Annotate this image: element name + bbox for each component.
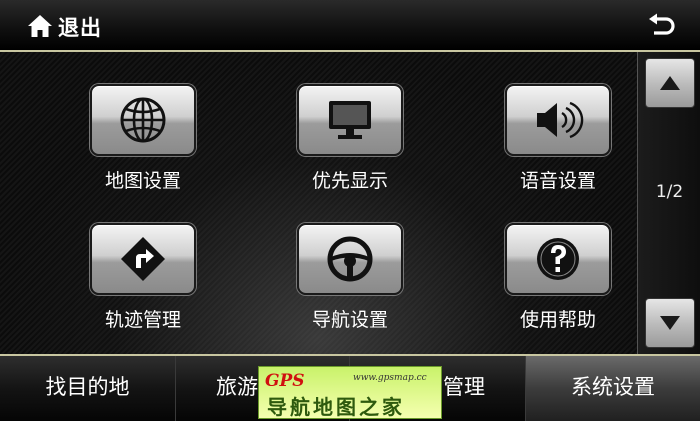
display-priority-tile[interactable]: 优先显示 [270,84,430,204]
top-bar: 退出 [0,0,700,52]
track-management-tile[interactable]: 轨迹管理 [63,223,223,343]
page-scroller: 1/2 [637,52,700,354]
map-settings-tile[interactable]: 地图设置 [63,84,223,204]
page-indicator: 1/2 [655,182,684,202]
globe-icon [120,97,166,143]
navigation-settings-button[interactable] [297,223,403,295]
arrow-down-icon [660,316,680,330]
help-button[interactable] [505,223,611,295]
steering-wheel-icon [327,236,373,282]
home-icon[interactable] [27,13,53,39]
back-icon[interactable] [646,10,678,42]
display-priority-button[interactable] [297,84,403,156]
watermark-text: 导航地图之家 [267,395,405,419]
help-tile[interactable]: 使用帮助 [478,223,638,343]
map-settings-button[interactable] [90,84,196,156]
watermark: GPS www.gpsmap.cc 导航地图之家 [258,366,442,419]
help-label: 使用帮助 [519,309,596,331]
display-priority-label: 优先显示 [311,170,388,192]
exit-button[interactable]: 退出 [58,12,102,42]
voice-settings-label: 语音设置 [519,170,596,192]
speaker-icon [537,101,584,139]
arrow-up-icon [660,76,680,90]
settings-grid: 地图设置 优先显示 语音设置 轨迹管理 导航设置 使用帮助 [0,52,637,354]
page-up-button[interactable] [645,58,695,108]
page-down-button[interactable] [645,298,695,348]
track-management-button[interactable] [90,223,196,295]
tab-find-destination[interactable]: 找目的地 [0,356,176,421]
question-icon [537,238,579,280]
navigation-settings-label: 导航设置 [311,309,388,331]
turn-sign-icon [121,237,165,281]
voice-settings-button[interactable] [505,84,611,156]
voice-settings-tile[interactable]: 语音设置 [478,84,638,204]
track-management-label: 轨迹管理 [104,309,181,331]
navigation-settings-tile[interactable]: 导航设置 [270,223,430,343]
watermark-url: www.gpsmap.cc [353,373,427,383]
tab-system-settings[interactable]: 系统设置 [526,356,700,421]
monitor-icon [329,101,371,139]
map-settings-label: 地图设置 [104,170,181,192]
watermark-brand: GPS [265,371,305,391]
